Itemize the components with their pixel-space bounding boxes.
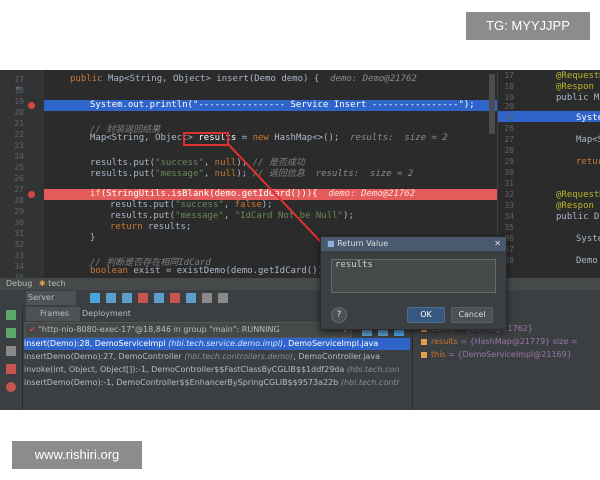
debug-title-bar: Debug ✱ tech <box>0 278 600 290</box>
cancel-button[interactable]: Cancel <box>451 307 493 323</box>
watermark-bottom: www.rishiri.org <box>12 441 142 469</box>
variables-panel: demo = {Demo@21762} results = {HashMap@2… <box>412 322 600 410</box>
stack-frame[interactable]: insertDemo(Demo):27, DemoController (hbi… <box>24 351 410 363</box>
thread-label: "http-nio-8080-exec-17"@18,846 in group … <box>38 325 280 334</box>
thread-status-icon: ✔ <box>29 325 36 334</box>
ide-window: 17 18 19 20 21 22 23 24 25 26 27 28 29 3… <box>0 70 600 410</box>
pause-icon[interactable] <box>6 346 16 356</box>
debug-side-toolbar <box>0 306 23 410</box>
dialog-title-bar: ■ Return Value ✕ <box>321 237 506 251</box>
tab-server[interactable]: Server <box>26 291 76 305</box>
ok-button[interactable]: OK <box>407 307 445 323</box>
close-icon[interactable]: ✕ <box>494 237 501 251</box>
watermark-top: TG: MYYJJPP <box>466 12 590 40</box>
variable-icon <box>421 352 427 358</box>
stack-frame[interactable]: insertDemo(Demo):-1, DemoController$$Enh… <box>24 377 410 389</box>
debug-toolbar: Server <box>0 290 600 306</box>
tab-frames[interactable]: Frames <box>26 307 80 321</box>
step-over-icon[interactable] <box>106 293 116 303</box>
thread-selector[interactable]: ✔ "http-nio-8080-exec-17"@18,846 in grou… <box>24 322 352 338</box>
help-button[interactable]: ? <box>331 307 347 323</box>
step-into-icon[interactable] <box>122 293 132 303</box>
bug-icon: ✱ <box>38 279 46 288</box>
stack-frame[interactable]: insert(Demo):28, DemoServiceImpl (hbi.te… <box>24 338 410 350</box>
show-execution-point-icon[interactable] <box>90 293 100 303</box>
run-config-name: tech <box>48 279 66 288</box>
dialog-title: Return Value <box>337 239 389 248</box>
resume-icon[interactable] <box>6 328 16 338</box>
stop-icon[interactable] <box>6 364 16 374</box>
return-value-dialog: ■ Return Value ✕ results ? OK Cancel <box>320 236 507 330</box>
run-to-cursor-icon[interactable] <box>186 293 196 303</box>
variable-icon <box>421 339 427 345</box>
layout-icon[interactable] <box>218 293 228 303</box>
tab-deployment[interactable]: Deployment <box>80 307 138 321</box>
evaluate-expression-icon[interactable] <box>202 293 212 303</box>
stack-frame[interactable]: invoke(int, Object, Object[]):-1, DemoCo… <box>24 364 410 376</box>
frames-tabs: Frames Deployment <box>22 306 132 321</box>
drop-frame-icon[interactable] <box>170 293 180 303</box>
debug-title: Debug <box>6 279 33 288</box>
app-icon: ■ <box>327 239 335 248</box>
variable-item[interactable]: results = {HashMap@21779} size = <box>431 337 578 346</box>
return-value-input[interactable]: results <box>331 259 496 293</box>
step-out-icon[interactable] <box>154 293 164 303</box>
view-breakpoints-icon[interactable] <box>6 382 16 392</box>
force-step-into-icon[interactable] <box>138 293 148 303</box>
debug-panel: Debug ✱ tech Server Frames Deployment ✔ … <box>0 278 600 410</box>
variable-item[interactable]: this = {DemoServiceImpl@21169} <box>431 350 572 359</box>
rerun-icon[interactable] <box>6 310 16 320</box>
